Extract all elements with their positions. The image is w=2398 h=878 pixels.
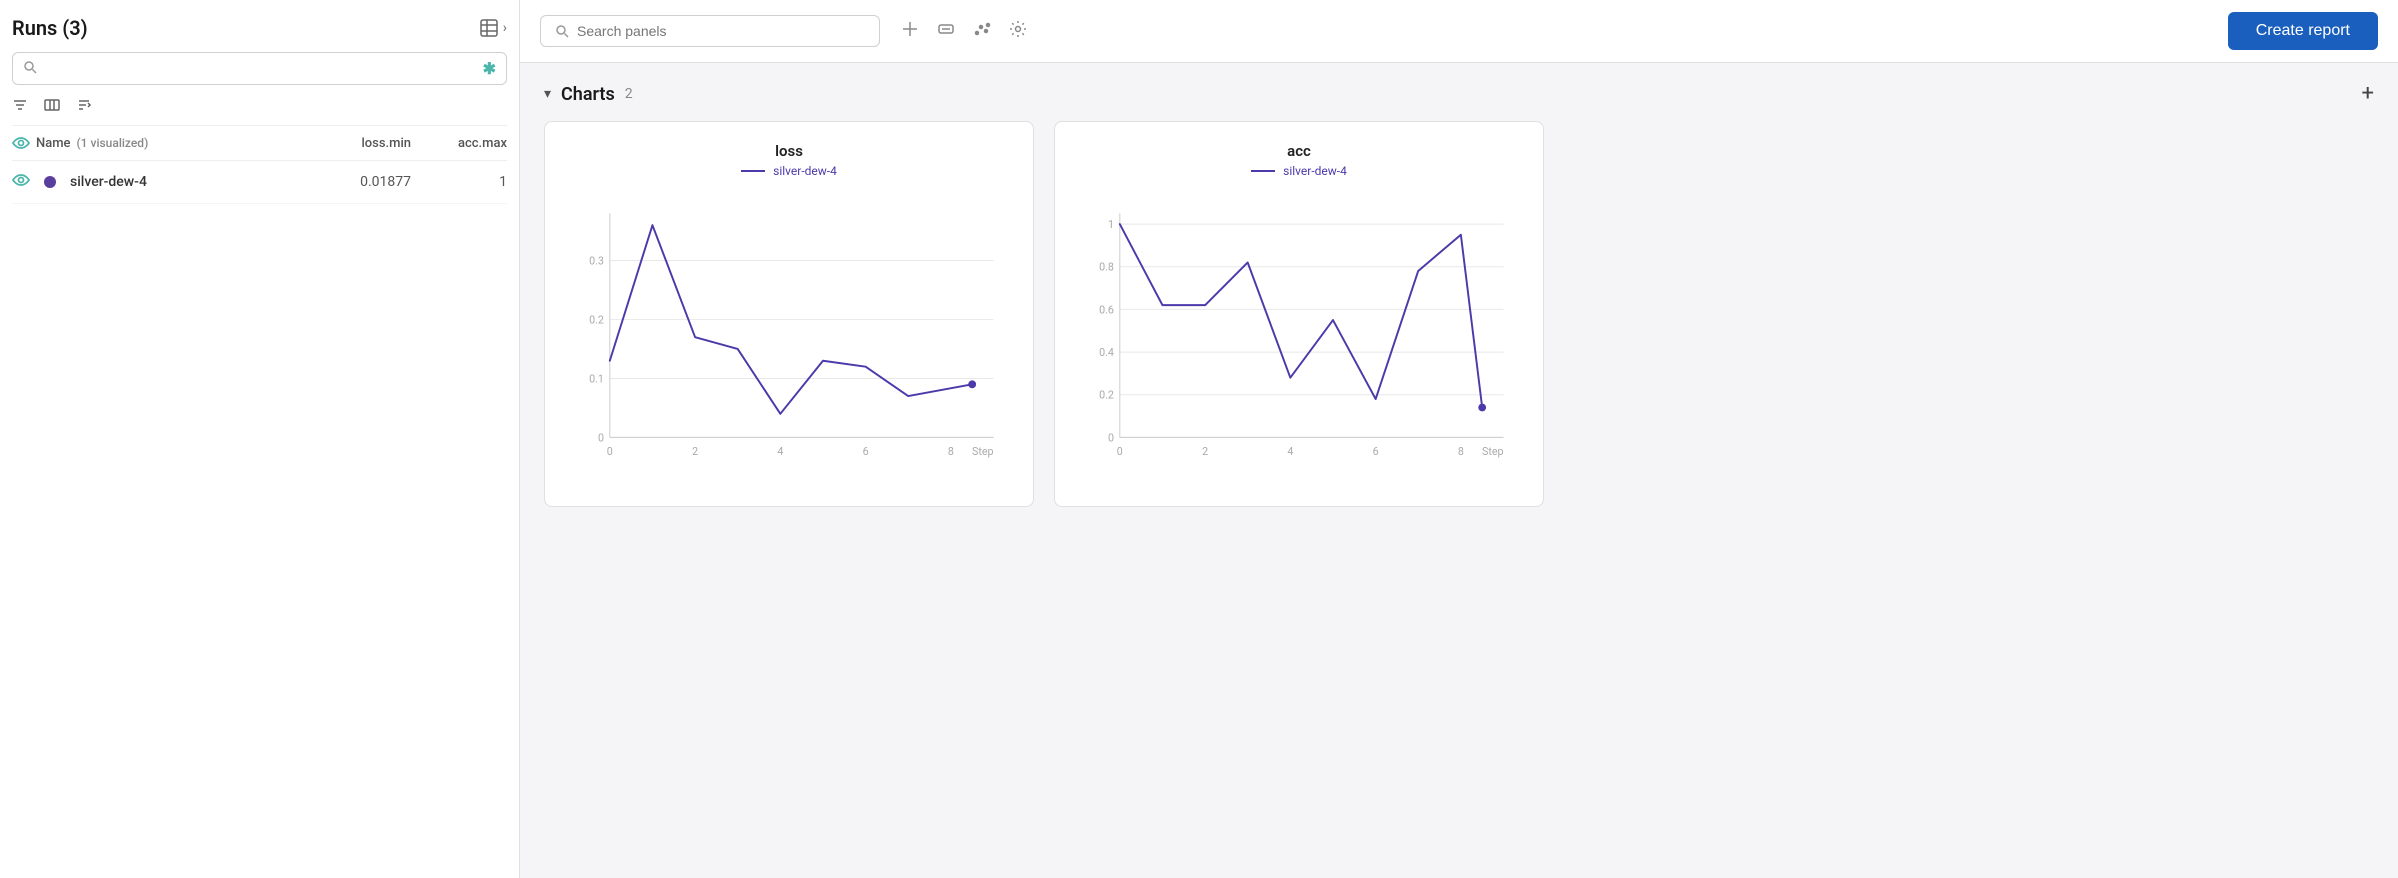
svg-text:2: 2	[692, 445, 698, 458]
col-name-label: Name	[36, 136, 71, 151]
svg-text:Step: Step	[972, 445, 994, 458]
svg-text:2: 2	[1202, 445, 1208, 458]
svg-text:0: 0	[1117, 445, 1123, 458]
table-row[interactable]: silver-dew-4 0.01877 1	[12, 161, 507, 204]
chart-card-loss: loss silver-dew-4 0 0.1 0.2 0.3 0 2 4 6 8 Step	[544, 121, 1034, 507]
svg-text:0.4: 0.4	[1099, 346, 1114, 359]
toolbar-icons	[900, 19, 1028, 44]
legend-line	[741, 170, 765, 172]
svg-text:4: 4	[777, 445, 783, 458]
svg-text:0.1: 0.1	[589, 372, 604, 385]
charts-section: ▾ Charts 2 + loss silver-dew-4 0 0.1 0.2 0.…	[520, 63, 2398, 878]
search-panels-icon	[555, 24, 569, 38]
col-acc-header: acc.max	[427, 136, 507, 151]
runs-header: Runs (3) ›	[12, 16, 507, 40]
right-toolbar: Create report	[520, 0, 2398, 63]
col-loss-header: loss.min	[327, 136, 427, 151]
svg-text:4: 4	[1287, 445, 1293, 458]
search-icon	[23, 60, 37, 78]
run-color-dot	[44, 176, 56, 188]
svg-text:0: 0	[598, 431, 604, 444]
svg-text:1: 1	[1108, 218, 1114, 231]
svg-text:0.2: 0.2	[589, 313, 604, 326]
runs-search-bar[interactable]: ✱	[12, 52, 507, 85]
regex-toggle[interactable]: ✱	[483, 59, 496, 78]
table-view-icon[interactable]: ›	[479, 18, 507, 38]
legend-label: silver-dew-4	[773, 164, 837, 178]
chart-svg-loss: 0 0.1 0.2 0.3 0 2 4 6 8 Step	[565, 190, 1013, 490]
runs-title: Runs (3)	[12, 16, 88, 40]
chart-legend-acc: silver-dew-4	[1075, 164, 1523, 178]
svg-text:0: 0	[1108, 431, 1114, 444]
crosshair-icon[interactable]	[900, 19, 920, 44]
sort-icon[interactable]	[76, 97, 92, 117]
chart-card-acc: acc silver-dew-4 0 0.2 0.4 0.6 0.8 1 0 2 4 6 8 St…	[1054, 121, 1544, 507]
runs-table: silver-dew-4 0.01877 1	[12, 161, 507, 204]
charts-header: ▾ Charts 2 +	[544, 83, 2374, 105]
search-panels-bar[interactable]	[540, 15, 880, 47]
filter-icon[interactable]	[12, 97, 28, 117]
left-panel: Runs (3) › ✱	[0, 0, 520, 878]
run-name: silver-dew-4	[70, 174, 327, 190]
runs-search-input[interactable]	[43, 61, 483, 77]
legend-line	[1251, 170, 1275, 172]
charts-collapse-icon[interactable]: ▾	[544, 86, 551, 102]
chart-legend-loss: silver-dew-4	[565, 164, 1013, 178]
legend-label: silver-dew-4	[1283, 164, 1347, 178]
add-chart-button[interactable]: +	[2362, 83, 2374, 105]
charts-count: 2	[625, 86, 633, 102]
col-name-sub: (1 visualized)	[77, 136, 149, 150]
chart-title-loss: loss	[565, 142, 1013, 160]
create-report-button[interactable]: Create report	[2228, 12, 2378, 50]
eye-header-icon	[12, 134, 30, 152]
run-loss-value: 0.01877	[327, 174, 427, 190]
run-acc-value: 1	[427, 174, 507, 190]
charts-title: Charts	[561, 84, 615, 105]
svg-text:8: 8	[948, 445, 954, 458]
table-header: Name (1 visualized) loss.min acc.max	[12, 126, 507, 161]
outliers-icon[interactable]	[972, 19, 992, 44]
svg-text:0: 0	[607, 445, 613, 458]
chart-title-acc: acc	[1075, 142, 1523, 160]
chart-svg-acc: 0 0.2 0.4 0.6 0.8 1 0 2 4 6 8 Step	[1075, 190, 1523, 490]
svg-text:0.8: 0.8	[1099, 261, 1114, 274]
settings-icon[interactable]	[1008, 19, 1028, 44]
svg-text:6: 6	[863, 445, 869, 458]
svg-text:8: 8	[1458, 445, 1464, 458]
svg-text:Step: Step	[1482, 445, 1504, 458]
search-panels-input[interactable]	[577, 23, 865, 39]
svg-text:0.6: 0.6	[1099, 303, 1114, 316]
svg-text:6: 6	[1373, 445, 1379, 458]
smoothing-icon[interactable]	[936, 19, 956, 44]
right-panel: Create report ▾ Charts 2 + loss silver-d…	[520, 0, 2398, 878]
charts-grid: loss silver-dew-4 00.10.20.3 02468 Step …	[544, 121, 2374, 507]
filter-bar	[12, 97, 507, 126]
svg-text:0.2: 0.2	[1099, 389, 1114, 402]
columns-icon[interactable]	[44, 97, 60, 117]
svg-text:0.3: 0.3	[589, 254, 604, 267]
row-eye-icon[interactable]	[12, 171, 30, 193]
